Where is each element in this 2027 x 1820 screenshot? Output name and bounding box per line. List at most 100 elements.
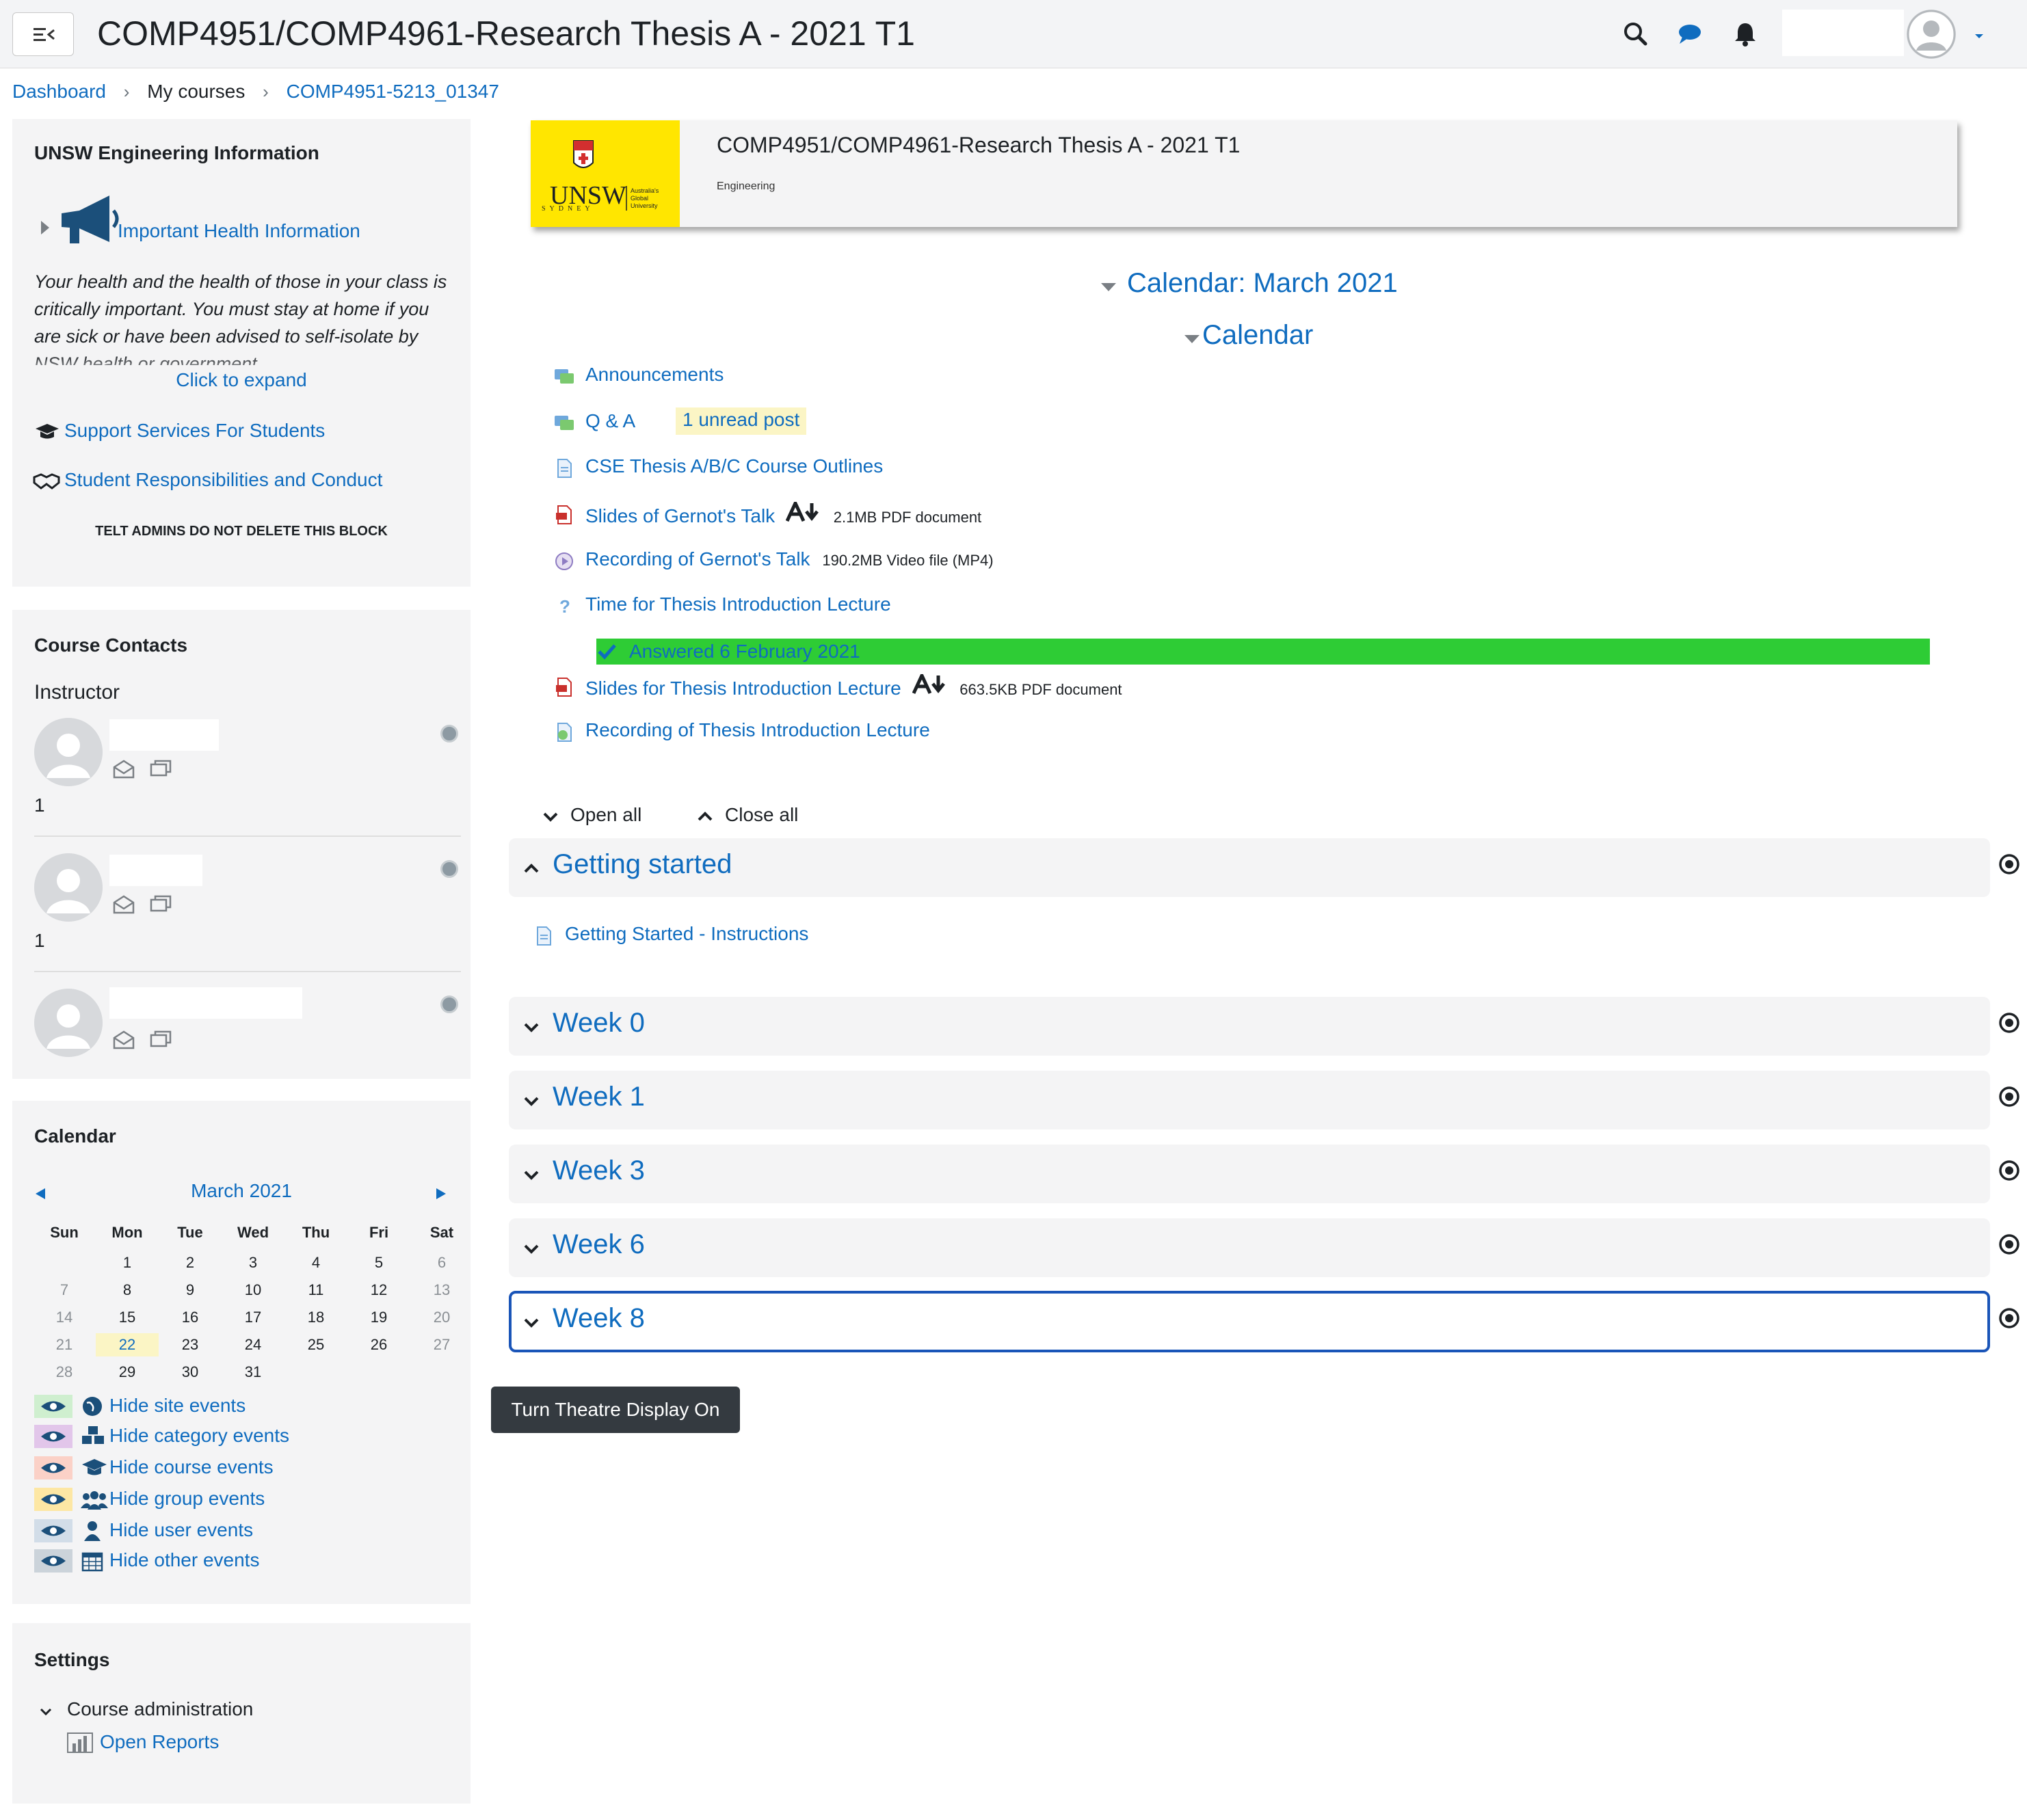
calendar-day[interactable]: 24 [222,1333,284,1356]
chevron-down-icon[interactable] [522,1017,540,1039]
open-all-link[interactable]: Open all [570,804,641,826]
eye-icon[interactable] [34,1549,72,1573]
activity-label[interactable]: Getting Started - Instructions [565,923,808,945]
activity-label[interactable]: Recording of Gernot's Talk 190.2MB Video… [585,548,994,570]
breadcrumb-my-courses[interactable]: My courses [147,81,245,103]
activity-label[interactable]: Slides of Gernot's Talk 2.1MB PDF docume… [585,499,981,527]
user-avatar[interactable] [1907,10,1956,59]
open-reports-link[interactable]: Open Reports [100,1731,219,1753]
event-toggle-label[interactable]: Hide user events [109,1519,253,1541]
bell-icon[interactable] [1729,18,1762,51]
event-toggle-label[interactable]: Hide other events [109,1549,259,1571]
click-to-expand-link[interactable]: Click to expand [12,369,471,391]
contact-name-redacted[interactable] [109,987,302,1019]
calendar-day[interactable]: 16 [159,1306,222,1329]
unread-post-badge[interactable]: 1 unread post [676,407,807,435]
section-getting-started[interactable]: Getting started [509,838,1990,897]
eye-icon[interactable] [34,1488,72,1511]
breadcrumb-dashboard[interactable]: Dashboard [12,81,106,103]
highlight-target-icon[interactable] [1998,1307,2020,1329]
chevron-down-icon[interactable] [542,807,559,829]
calendar-day[interactable]: 17 [222,1306,284,1329]
calendar-day[interactable]: 13 [410,1279,473,1302]
calendar-day[interactable]: 18 [284,1306,347,1329]
calendar-day[interactable]: 29 [96,1361,159,1384]
section-title[interactable]: Week 3 [553,1155,645,1186]
support-services-link[interactable]: Support Services For Students [64,420,325,442]
collapse-triangle-icon[interactable] [1100,276,1117,298]
calendar-day[interactable]: 12 [347,1279,410,1302]
chevron-up-icon[interactable] [522,859,540,881]
chat-icon[interactable] [1673,18,1706,51]
eye-icon[interactable] [34,1519,72,1542]
section-title[interactable]: Week 0 [553,1008,645,1039]
site-title[interactable]: COMP4951/COMP4961-Research Thesis A - 20… [97,14,915,53]
calendar-day-today[interactable]: 22 [96,1333,159,1356]
envelope-icon[interactable] [112,759,135,784]
section-week-8[interactable]: Week 8 [509,1291,1990,1352]
activity-title[interactable]: Recording of Gernot's Talk [585,548,810,570]
accessibility-download-icon[interactable] [912,671,948,696]
calendar-day[interactable]: 10 [222,1279,284,1302]
highlight-target-icon[interactable] [1998,1086,2020,1108]
event-toggle-row[interactable]: Hide category events [34,1423,458,1449]
calendar-day[interactable]: 30 [159,1361,222,1384]
event-toggle-label[interactable]: Hide site events [109,1395,246,1417]
activity-label[interactable]: Time for Thesis Introduction Lecture [585,593,891,615]
event-toggle-row[interactable]: Hide other events [34,1548,458,1574]
section-title[interactable]: Week 6 [553,1229,645,1260]
event-toggle-row[interactable]: Hide site events [34,1393,458,1419]
message-icon[interactable] [149,759,172,784]
activity-label[interactable]: CSE Thesis A/B/C Course Outlines [585,455,883,477]
activity-label[interactable]: Slides for Thesis Introduction Lecture 6… [585,671,1122,699]
next-month-icon[interactable] [434,1184,449,1206]
section-title[interactable]: Getting started [553,849,732,880]
calendar-day[interactable]: 9 [159,1279,222,1302]
chevron-down-icon[interactable] [522,1313,540,1335]
chevron-down-icon[interactable] [38,1702,53,1724]
highlight-target-icon[interactable] [1998,1012,2020,1034]
calendar-day[interactable]: 19 [347,1306,410,1329]
chevron-down-icon[interactable] [522,1165,540,1187]
health-info-link[interactable]: Important Health Information [118,220,360,242]
calendar-section-title[interactable]: Calendar: March 2021 [1127,268,1398,299]
calendar-day[interactable]: 23 [159,1333,222,1356]
calendar-day[interactable]: 6 [410,1251,473,1274]
highlight-target-icon[interactable] [1998,853,2020,875]
section-week-1[interactable]: Week 1 [509,1071,1990,1129]
highlight-target-icon[interactable] [1998,1160,2020,1181]
calendar-day[interactable]: 26 [347,1333,410,1356]
calendar-day[interactable]: 27 [410,1333,473,1356]
calendar-day[interactable]: 28 [33,1361,96,1384]
calendar-day[interactable]: 7 [33,1279,96,1302]
calendar-sub-title[interactable]: Calendar [1202,320,1313,351]
calendar-day[interactable]: 3 [222,1251,284,1274]
section-week-3[interactable]: Week 3 [509,1145,1990,1203]
chevron-up-icon[interactable] [696,807,714,829]
student-conduct-link[interactable]: Student Responsibilities and Conduct [64,469,382,491]
section-title[interactable]: Week 1 [553,1082,645,1112]
highlight-target-icon[interactable] [1998,1233,2020,1255]
calendar-day[interactable]: 1 [96,1251,159,1274]
section-title[interactable]: Week 8 [553,1303,645,1334]
contact-name-redacted[interactable] [109,719,219,751]
activity-label[interactable]: Recording of Thesis Introduction Lecture [585,719,930,741]
avatar[interactable] [34,853,103,922]
event-toggle-label[interactable]: Hide category events [109,1425,289,1447]
eye-icon[interactable] [34,1456,72,1480]
eye-icon[interactable] [34,1425,72,1448]
collapse-triangle-icon[interactable] [1183,328,1201,350]
avatar[interactable] [34,718,103,786]
contact-name-redacted[interactable] [109,855,202,886]
calendar-day[interactable]: 20 [410,1306,473,1329]
calendar-day[interactable]: 25 [284,1333,347,1356]
activity-title[interactable]: Slides for Thesis Introduction Lecture [585,678,901,699]
event-toggle-label[interactable]: Hide group events [109,1488,265,1510]
avatar[interactable] [34,989,103,1057]
calendar-day[interactable]: 2 [159,1251,222,1274]
calendar-day[interactable]: 15 [96,1306,159,1329]
event-toggle-row[interactable]: Hide course events [34,1455,458,1481]
user-name-redacted[interactable] [1782,10,1904,56]
calendar-day[interactable]: 4 [284,1251,347,1274]
calendar-day[interactable]: 31 [222,1361,284,1384]
